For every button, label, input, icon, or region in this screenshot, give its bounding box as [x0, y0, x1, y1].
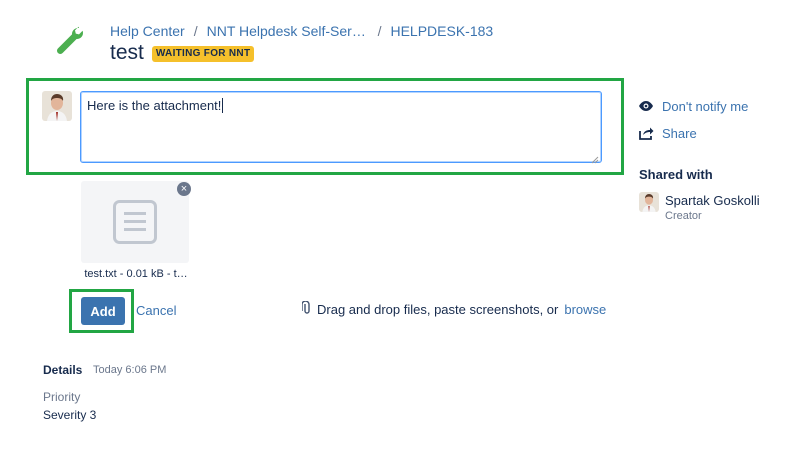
dropzone-text: Drag and drop files, paste screenshots, … — [317, 302, 559, 317]
cancel-button[interactable]: Cancel — [136, 303, 176, 318]
wrench-icon — [52, 24, 88, 60]
comment-textarea[interactable]: Here is the attachment!​ — [80, 91, 602, 164]
eye-icon — [638, 98, 654, 114]
avatar — [42, 91, 72, 121]
text-file-icon — [113, 200, 157, 249]
text-cursor: ​ — [222, 98, 224, 113]
participant-name: Spartak Goskolli — [665, 193, 760, 208]
dont-notify-button[interactable]: Don't notify me — [638, 98, 748, 114]
comment-text: Here is the attachment! — [87, 98, 222, 113]
breadcrumb-help-center[interactable]: Help Center — [110, 23, 185, 39]
resize-handle[interactable] — [591, 152, 599, 164]
breadcrumb-separator: / — [193, 23, 198, 39]
title-row: test WAITING FOR NNT — [110, 41, 255, 65]
shared-with-heading: Shared with — [639, 167, 713, 182]
priority-value: Severity 3 — [43, 408, 97, 422]
priority-label: Priority — [43, 390, 81, 404]
add-button[interactable]: Add — [81, 297, 125, 325]
breadcrumb-separator: / — [377, 23, 382, 39]
breadcrumb-project[interactable]: NNT Helpdesk Self-Servic… — [207, 23, 369, 39]
participant-role: Creator — [665, 210, 702, 222]
dont-notify-label: Don't notify me — [662, 98, 749, 114]
share-icon — [638, 125, 654, 141]
status-badge: WAITING FOR NNT — [151, 46, 255, 62]
page-title: test — [110, 41, 144, 64]
share-button[interactable]: Share — [638, 125, 697, 141]
attachment-dropzone[interactable]: Drag and drop files, paste screenshots, … — [301, 300, 606, 318]
details-timestamp: Today 6:06 PM — [93, 364, 167, 376]
share-label: Share — [662, 125, 697, 141]
participant-avatar — [639, 192, 659, 212]
breadcrumb-issue-key[interactable]: HELPDESK-183 — [390, 23, 493, 39]
request-page: Help Center / NNT Helpdesk Self-Servic… / HE… — [0, 0, 801, 451]
breadcrumb: Help Center / NNT Helpdesk Self-Servic… / HE… — [110, 23, 493, 39]
details-heading: Details — [43, 363, 83, 377]
paperclip-icon — [301, 300, 312, 318]
remove-attachment-button[interactable]: × — [177, 182, 191, 196]
browse-link[interactable]: browse — [564, 302, 606, 317]
attachment-filename: test.txt - 0.01 kB - t… — [84, 268, 188, 280]
